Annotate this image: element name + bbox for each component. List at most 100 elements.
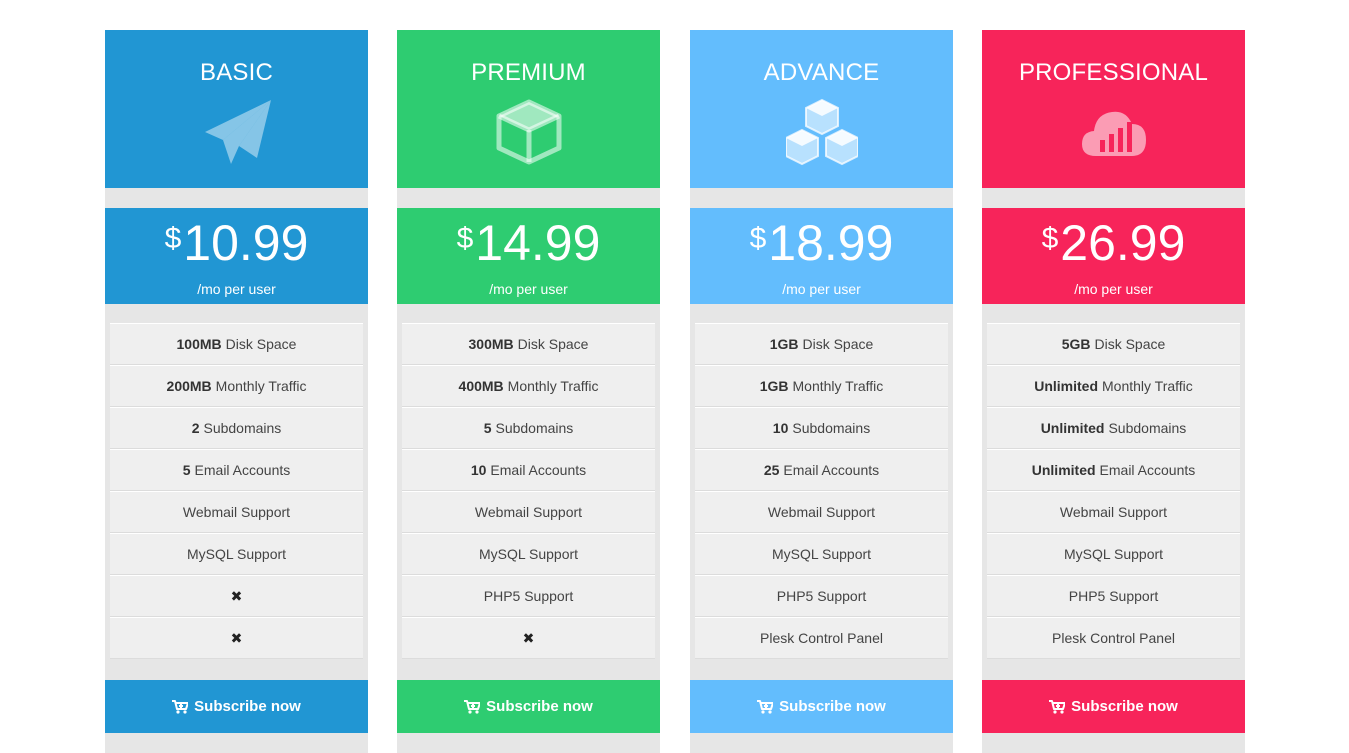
feature-item: 200MB Monthly Traffic — [110, 365, 363, 407]
feature-value: 25 — [763, 462, 780, 478]
feature-label: MySQL Support — [478, 546, 579, 562]
price-period: /mo per user — [489, 281, 568, 297]
price-box: $26.99/mo per user — [982, 208, 1245, 304]
price-amount: 18.99 — [768, 215, 894, 271]
feature-item: MySQL Support — [402, 533, 655, 575]
feature-label: Email Accounts — [490, 462, 587, 478]
feature-value: 200MB — [166, 378, 212, 394]
price-amount: 10.99 — [183, 215, 309, 271]
feature-label: Monthly Traffic — [215, 378, 307, 394]
price-box: $10.99/mo per user — [105, 208, 368, 304]
feature-item: MySQL Support — [110, 533, 363, 575]
paper-plane-icon — [201, 96, 273, 168]
feature-item: Webmail Support — [110, 491, 363, 533]
feature-value: 100MB — [176, 336, 222, 352]
cart-icon — [464, 699, 481, 714]
feature-item: ✖ — [110, 617, 363, 659]
feature-item: 400MB Monthly Traffic — [402, 365, 655, 407]
feature-value: Unlimited — [1031, 462, 1096, 478]
feature-label: Email Accounts — [1099, 462, 1196, 478]
cart-icon — [757, 699, 774, 714]
subscribe-label: Subscribe now — [486, 698, 593, 715]
feature-value: Unlimited — [1034, 378, 1098, 394]
feature-item: MySQL Support — [695, 533, 948, 575]
subscribe-label: Subscribe now — [1071, 698, 1178, 715]
feature-item: 25 Email Accounts — [695, 449, 948, 491]
feature-label: Disk Space — [1094, 336, 1166, 352]
feature-item: 300MB Disk Space — [402, 323, 655, 365]
plan-name: PROFESSIONAL — [1018, 59, 1209, 86]
feature-item: 100MB Disk Space — [110, 323, 363, 365]
subscribe-button[interactable]: Subscribe now — [690, 680, 953, 733]
feature-label: Plesk Control Panel — [1052, 630, 1175, 646]
cubes-icon — [785, 96, 858, 168]
price-period: /mo per user — [782, 281, 861, 297]
subscribe-label: Subscribe now — [779, 698, 886, 715]
subscribe-button[interactable]: Subscribe now — [397, 680, 660, 733]
feature-label: Webmail Support — [1059, 504, 1168, 520]
price-period: /mo per user — [1074, 281, 1153, 297]
feature-value: Unlimited — [1040, 420, 1105, 436]
plan-header: PROFESSIONAL — [982, 30, 1245, 188]
pricing-table: BASIC $10.99/mo per user 100MB Disk Space 20… — [0, 30, 1349, 753]
feature-item: PHP5 Support — [695, 575, 948, 617]
feature-label: MySQL Support — [1063, 546, 1164, 562]
plan-card-basic: BASIC $10.99/mo per user 100MB Disk Space 20… — [105, 30, 368, 753]
plan-name: PREMIUM — [471, 59, 586, 86]
feature-value: 300MB — [468, 336, 514, 352]
feature-label: Plesk Control Panel — [760, 630, 883, 646]
feature-label: Subdomains — [792, 420, 871, 436]
close-icon: ✖ — [522, 629, 535, 646]
feature-list: 5GB Disk Space Unlimited Monthly Traffic Unl… — [987, 323, 1240, 659]
feature-item: Webmail Support — [987, 491, 1240, 533]
feature-label: Email Accounts — [783, 462, 880, 478]
currency-symbol: $ — [164, 222, 182, 255]
plan-name: BASIC — [199, 59, 274, 86]
close-icon: ✖ — [230, 629, 243, 646]
feature-item: PHP5 Support — [987, 575, 1240, 617]
feature-label: Subdomains — [1108, 420, 1187, 436]
feature-item: MySQL Support — [987, 533, 1240, 575]
feature-item: 2 Subdomains — [110, 407, 363, 449]
subscribe-button[interactable]: Subscribe now — [105, 680, 368, 733]
price: $18.99 — [690, 218, 953, 268]
feature-label: Webmail Support — [182, 504, 291, 520]
feature-label: Disk Space — [225, 336, 297, 352]
feature-item: 1GB Disk Space — [695, 323, 948, 365]
feature-item: 5 Subdomains — [402, 407, 655, 449]
cart-icon — [172, 699, 189, 714]
feature-item: Unlimited Email Accounts — [987, 449, 1240, 491]
feature-item: 1GB Monthly Traffic — [695, 365, 948, 407]
feature-value: 1GB — [759, 378, 789, 394]
feature-label: Subdomains — [203, 420, 282, 436]
feature-label: Disk Space — [517, 336, 589, 352]
feature-item: Webmail Support — [695, 491, 948, 533]
plan-header: ADVANCE — [690, 30, 953, 188]
feature-value: 5 — [483, 420, 492, 436]
feature-item: PHP5 Support — [402, 575, 655, 617]
feature-item: Plesk Control Panel — [695, 617, 948, 659]
feature-value: 2 — [191, 420, 200, 436]
feature-item: ✖ — [110, 575, 363, 617]
feature-label: Monthly Traffic — [1102, 378, 1193, 394]
feature-list: 100MB Disk Space 200MB Monthly Traffic 2 Subd… — [110, 323, 363, 659]
feature-label: PHP5 Support — [483, 588, 574, 604]
feature-label: Monthly Traffic — [792, 378, 884, 394]
subscribe-button[interactable]: Subscribe now — [982, 680, 1245, 733]
feature-item: 5GB Disk Space — [987, 323, 1240, 365]
feature-label: MySQL Support — [771, 546, 872, 562]
plan-header: PREMIUM — [397, 30, 660, 188]
cloud-chart-icon — [1078, 96, 1150, 168]
feature-value: 10 — [772, 420, 789, 436]
currency-symbol: $ — [749, 222, 767, 255]
feature-list: 1GB Disk Space 1GB Monthly Traffic 10 Subdoma… — [695, 323, 948, 659]
price: $10.99 — [105, 218, 368, 268]
feature-label: Email Accounts — [194, 462, 291, 478]
feature-item: Webmail Support — [402, 491, 655, 533]
feature-label: Monthly Traffic — [507, 378, 599, 394]
plan-header: BASIC — [105, 30, 368, 188]
feature-label: MySQL Support — [186, 546, 287, 562]
plan-name: ADVANCE — [763, 59, 880, 86]
subscribe-label: Subscribe now — [194, 698, 301, 715]
feature-item: ✖ — [402, 617, 655, 659]
